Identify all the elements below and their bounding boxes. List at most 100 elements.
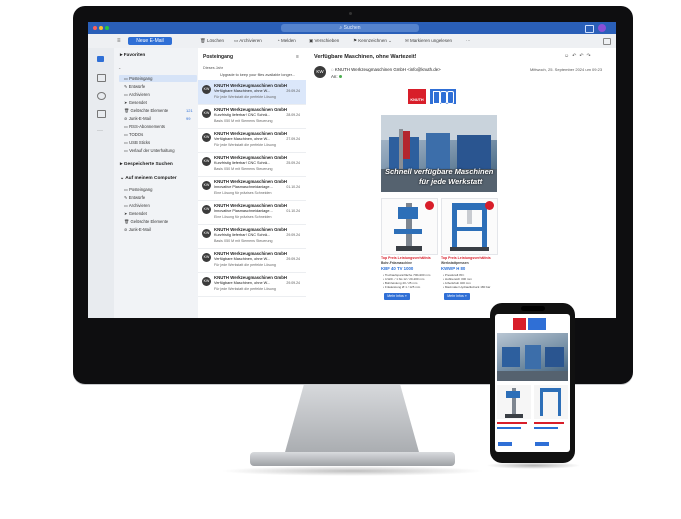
people-icon[interactable] [97, 92, 106, 100]
product-category: Werkstattpressen [441, 261, 469, 265]
local-folder-drafts[interactable]: ✎ Entwürfe [124, 195, 145, 200]
hamburger-menu-icon[interactable]: ≡ [117, 38, 121, 44]
account-chevron-icon[interactable]: ⌄ [118, 65, 121, 70]
folder-item-archive[interactable]: ▭ Archivieren [124, 92, 150, 97]
upgrade-banner[interactable]: Upgrade to keep your files available lon… [220, 73, 295, 77]
message-sender: KNUTH Werkzeugmaschinen GmbH [214, 179, 287, 184]
zoom-window-button[interactable] [105, 26, 109, 30]
message-sender: KNUTH Werkzeugmaschinen GmbH [214, 155, 287, 160]
folder-item-rss[interactable]: ▭ RSS-Abonnements [124, 124, 165, 129]
folder-item-sent[interactable]: ➤ Gesendet [124, 100, 147, 105]
message-preview: Basis X50 M mit Siemens Steuerung [214, 167, 273, 171]
product-image-press[interactable] [441, 198, 498, 255]
stand-shadow [220, 466, 485, 476]
product-name[interactable]: KWWP H 80 [441, 266, 465, 271]
forward-icon[interactable]: ↷ [587, 53, 594, 59]
phone-tag-line [534, 422, 564, 424]
local-folder-archive[interactable]: ▭ Archivieren [124, 203, 150, 208]
list-item[interactable]: KW KNUTH Werkzeugmaschinen GmbH Kurzfris… [198, 224, 306, 249]
reply-all-icon[interactable]: ↶ [579, 53, 586, 59]
list-item[interactable]: KW KNUTH Werkzeugmaschinen GmbH Verfügba… [198, 128, 306, 153]
product-name[interactable]: KBF 40 TV 1000 [381, 266, 413, 271]
product-more-info-button[interactable]: Mehr Infos » [384, 293, 410, 300]
message-date: 29.09.24 [286, 233, 300, 237]
minimize-window-button[interactable] [99, 26, 103, 30]
product-more-info-button[interactable]: Mehr Infos » [444, 293, 470, 300]
close-window-button[interactable] [93, 26, 97, 30]
hero-image[interactable]: Schnell verfügbare Maschinen für jede We… [381, 115, 497, 192]
list-item[interactable]: KW KNUTH Werkzeugmaschinen GmbH Kurzfris… [198, 104, 306, 129]
favorites-header[interactable]: ▸ Favoriten [120, 53, 145, 58]
search-placeholder: Suchen [343, 25, 361, 31]
folder-item-drafts[interactable]: ✎ Entwürfe [124, 84, 145, 89]
list-item[interactable]: KW KNUTH Werkzeugmaschinen GmbH Innovati… [198, 200, 306, 225]
move-button[interactable]: ▣ Verschieben [309, 38, 339, 44]
mail-app-window: ⌕ Suchen ≡ Neue E-Mail 🗑 Löschen ▭ Archi… [88, 22, 616, 318]
message-preview: Eine Lösung für präzises Schneiden [214, 191, 272, 195]
more-apps-icon[interactable]: ··· [97, 128, 103, 134]
compose-window-icon[interactable] [585, 25, 594, 33]
mail-icon[interactable] [97, 56, 104, 62]
local-folder-sent[interactable]: ➤ Gesendet [124, 211, 147, 216]
knuth-logo: KNUTH [408, 89, 426, 104]
hero-headline-1: Schnell verfügbare Maschinen [385, 167, 494, 176]
folder-item-junk[interactable]: ⊘ Junk-E-Mail [124, 116, 151, 121]
message-sender: KNUTH Werkzeugmaschinen GmbH [214, 83, 287, 88]
list-item[interactable]: KW KNUTH Werkzeugmaschinen GmbH Innovati… [198, 176, 306, 201]
message-date: 29.09.24 [286, 281, 300, 285]
archive-button[interactable]: ▭ Archivieren [234, 38, 262, 44]
product-spec: • Fräsleistung Ø 1 / 125 mm [383, 285, 421, 289]
emoji-icon[interactable]: ☺ [564, 53, 572, 59]
local-folder-deleted[interactable]: 🗑 Gelöschte Elemente [124, 219, 168, 225]
delete-button[interactable]: 🗑 Löschen [200, 38, 224, 44]
profile-avatar[interactable] [598, 24, 606, 32]
price-badge-icon [425, 201, 434, 210]
flag-button[interactable]: ⚑ Kennzeichnen ⌄ [353, 38, 392, 44]
calendar-icon[interactable] [97, 74, 106, 82]
on-my-computer-header[interactable]: ⌄ Auf meinem Computer [120, 176, 177, 181]
sender-avatar: KW [202, 133, 211, 142]
sender-avatar: KW [202, 181, 211, 190]
message-subject: Innovative Plasmaschneidanlage... [214, 209, 273, 213]
notes-icon[interactable] [97, 110, 106, 118]
local-folder-inbox[interactable]: ▭ Posteingang [124, 187, 152, 192]
phone-product-drill [497, 385, 531, 419]
message-sender: KNUTH Werkzeugmaschinen GmbH [214, 131, 287, 136]
sidebar-toggle-icon[interactable] [603, 38, 611, 45]
new-mail-button[interactable]: Neue E-Mail [128, 37, 172, 45]
list-item[interactable]: KW KNUTH Werkzeugmaschinen GmbH Verfügba… [198, 80, 306, 105]
folder-pane: ▸ Favoriten ⌄ ▭ Posteingang ✎ Entwürfe ▭… [114, 48, 199, 318]
folder-item-deleted[interactable]: 🗑 Gelöschte Elemente [124, 108, 168, 114]
message-preview: Basis X50 M mit Siemens Steuerung [214, 239, 273, 243]
reply-actions[interactable]: ☺↶↶↷ [564, 53, 594, 59]
email-subject: Verfügbare Maschinen, ohne Wartezeit! [314, 54, 417, 60]
message-list-title: Posteingang [203, 54, 234, 60]
more-button[interactable]: ··· [466, 38, 471, 43]
list-item[interactable]: KW KNUTH Werkzeugmaschinen GmbH Verfügba… [198, 248, 306, 273]
phone-more-info-button [498, 442, 512, 446]
message-date: 29.09.24 [286, 89, 300, 93]
newsletter-body: KNUTH Schnell verfügbare Maschinen für j… [378, 88, 500, 318]
saved-searches-header[interactable]: ▸ Gespeicherte Suchen [120, 162, 173, 167]
search-input[interactable]: ⌕ Suchen [281, 24, 419, 32]
folder-item-history[interactable]: ▭ Verlauf der Unterhaltung [124, 148, 175, 153]
folder-item-inbox[interactable]: ▭ Posteingang [124, 76, 152, 81]
message-sender: KNUTH Werkzeugmaschinen GmbH [214, 251, 287, 256]
filter-icon[interactable]: ≡ [296, 54, 299, 60]
report-button[interactable]: ◔ Melden [277, 38, 296, 43]
phone-product-press [534, 385, 568, 419]
phone-product-name-line [497, 427, 521, 429]
message-preview: Für jede Werkstatt die perfekte Lösung [214, 143, 276, 147]
message-sender: KNUTH Werkzeugmaschinen GmbH [214, 227, 287, 232]
list-item[interactable]: KW KNUTH Werkzeugmaschinen GmbH Kurzfris… [198, 152, 306, 177]
message-preview: Für jede Werkstatt die perfekte Lösung [214, 263, 276, 267]
local-folder-junk[interactable]: ⊘ Junk-E-Mail [124, 227, 151, 232]
folder-item-todos[interactable]: ▭ TODOs [124, 132, 143, 137]
mark-unread-button[interactable]: ✉ Markieren ungelesen [405, 38, 452, 44]
product-image-drill[interactable] [381, 198, 438, 255]
list-item[interactable]: KW KNUTH Werkzeugmaschinen GmbH Verfügba… [198, 272, 306, 297]
folder-item-usb[interactable]: ▭ USB Sticks [124, 140, 150, 145]
message-subject: Verfügbare Maschinen, ohne W... [214, 137, 271, 141]
message-list: Posteingang ≡ Dieses Jahr Upgrade to kee… [198, 48, 307, 318]
email-from[interactable]: ◌ KNUTH Werkzeugmaschinen GmbH <info@knu… [331, 67, 441, 72]
